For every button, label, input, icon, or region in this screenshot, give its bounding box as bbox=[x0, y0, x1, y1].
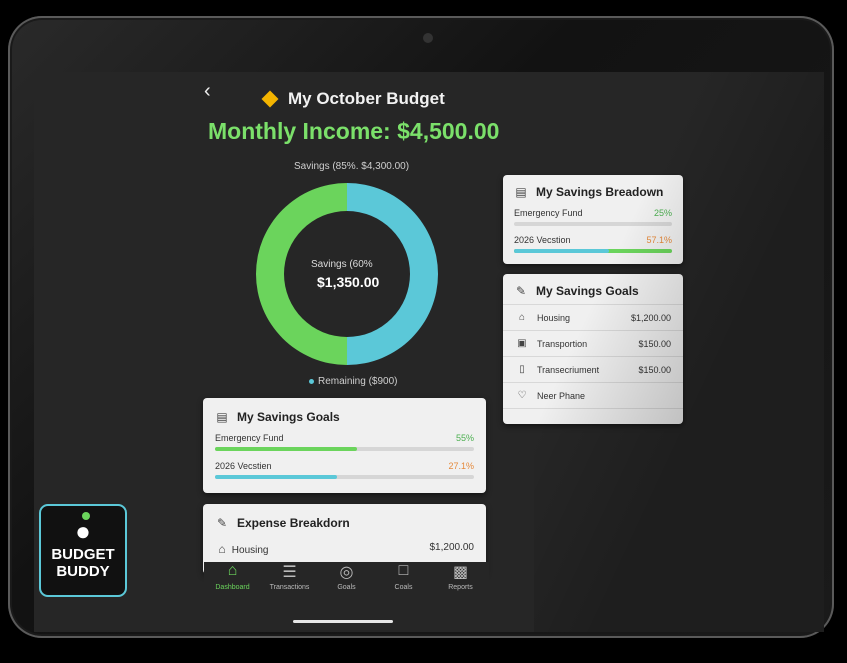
bottom-nav: ⌂ Dashboard ☰ Transactions ◎ Goals □ Coals ▩… bbox=[204, 562, 489, 612]
monthly-income: Monthly Income: $4,500.00 bbox=[208, 118, 500, 144]
nav-goals[interactable]: ◎ Goals bbox=[318, 562, 375, 612]
goal-progress-bar bbox=[215, 475, 474, 479]
nav-transactions[interactable]: ☰ Transactions bbox=[261, 562, 318, 612]
nav-reports[interactable]: ▩ Reports bbox=[432, 562, 489, 612]
nav-label: Dashboard bbox=[215, 584, 250, 591]
list-item-name: Housing bbox=[537, 312, 571, 323]
remaining-label: Remaining ($900) bbox=[318, 376, 398, 387]
savings-goals-list-card[interactable]: ✎ My Savings Goals ⌂ Housing $1,200.00 ▣ Tr… bbox=[503, 274, 683, 424]
nav-label: Coals bbox=[394, 584, 413, 591]
goal-name: Emergency Fund bbox=[215, 433, 284, 443]
chat-icon: □ bbox=[398, 562, 409, 579]
clipboard-icon: ▯ bbox=[519, 364, 525, 375]
donut-center-amount: $1,350.00 bbox=[317, 274, 380, 290]
savings-goals-title-text: My Savings Goals bbox=[237, 410, 340, 424]
breakdown-item: 2026 Vecstion 57.1% bbox=[514, 235, 672, 253]
list-item[interactable]: ⌂ Housing $1,200.00 bbox=[503, 305, 683, 331]
car-icon: ▣ bbox=[517, 338, 527, 349]
tablet-frame: ‹ My October Budget Monthly Income: $4,5… bbox=[8, 16, 834, 638]
goal-percent: 55% bbox=[455, 433, 474, 443]
list-icon: ☰ bbox=[282, 564, 297, 581]
list-item-amount: $150.00 bbox=[638, 338, 671, 349]
expense-title-text: Expense Breakdorn bbox=[237, 516, 350, 530]
logo-line1: BUDGET bbox=[51, 546, 115, 563]
app-screen: ‹ My October Budget Monthly Income: $4,5… bbox=[34, 72, 824, 632]
goal-item: Emergency Fund 55% bbox=[215, 433, 474, 451]
goal-item: 2026 Vecstien 27.1% bbox=[215, 461, 474, 479]
logo-line2: BUDDY bbox=[56, 563, 110, 580]
breakdown-percent: 25% bbox=[653, 208, 672, 218]
goal-progress-fill bbox=[215, 475, 337, 479]
ruler-icon: ✎ bbox=[216, 516, 228, 530]
expense-card-title: ✎ Expense Breakdorn bbox=[215, 516, 474, 530]
home-icon: ⌂ bbox=[218, 542, 226, 556]
wallet-icon: ▤ bbox=[515, 185, 527, 199]
nav-label: Reports bbox=[448, 584, 473, 591]
nav-label: Transactions bbox=[269, 584, 310, 591]
budget-diamond-icon bbox=[261, 90, 279, 108]
breakdown-percent: 57.1% bbox=[646, 235, 672, 245]
expense-name: Housing bbox=[231, 545, 269, 556]
breakdown-item: Emergency Fund 25% bbox=[514, 208, 672, 226]
target-icon: ◎ bbox=[339, 564, 354, 581]
wallet-icon: ▤ bbox=[216, 410, 228, 424]
goal-progress-bar bbox=[215, 447, 474, 451]
breakdown-progress-bar bbox=[514, 249, 672, 253]
expense-row: ⌂ Housing $1,200.00 bbox=[215, 542, 474, 556]
camera bbox=[423, 33, 433, 43]
goal-name: 2026 Vecstien bbox=[215, 461, 272, 471]
goal-percent: 27.1% bbox=[448, 461, 474, 471]
tag-icon: ♡ bbox=[517, 390, 527, 401]
remaining-dot-icon bbox=[309, 379, 314, 384]
breakdown-name: 2026 Vecstion bbox=[514, 235, 571, 245]
home-icon: ⌂ bbox=[518, 312, 526, 323]
goals-list-title-text: My Savings Goals bbox=[536, 284, 639, 298]
breakdown-progress-bar bbox=[514, 222, 672, 226]
list-item-amount: $150.00 bbox=[638, 364, 671, 375]
list-item-name: Transportion bbox=[537, 338, 588, 349]
list-item[interactable]: ♡ Neer Phane bbox=[503, 383, 683, 409]
breakdown-title-text: My Savings Breadown bbox=[536, 185, 664, 199]
piggy-bank-icon: ● bbox=[75, 516, 91, 546]
breakdown-progress-fill-teal bbox=[514, 249, 609, 253]
list-item-name: Neer Phane bbox=[537, 390, 586, 401]
donut-center-label: Savings (60% bbox=[311, 259, 373, 270]
list-item[interactable]: ▯ Transecriument $150.00 bbox=[503, 357, 683, 383]
home-icon: ⌂ bbox=[227, 562, 238, 579]
nav-label: Goals bbox=[337, 584, 356, 591]
ruler-icon: ✎ bbox=[515, 284, 527, 298]
savings-breakdown-card[interactable]: ▤ My Savings Breadown Emergency Fund 25% … bbox=[503, 175, 683, 264]
back-chevron-icon[interactable]: ‹ bbox=[204, 80, 211, 103]
list-item-name: Transecriument bbox=[537, 364, 600, 375]
expense-amount: $1,200.00 bbox=[429, 542, 475, 553]
list-item-amount: $1,200.00 bbox=[630, 312, 671, 323]
budget-buddy-logo: ● BUDGET BUDDY bbox=[39, 504, 127, 597]
home-indicator[interactable] bbox=[293, 620, 393, 623]
page-title: My October Budget bbox=[261, 89, 445, 109]
savings-goals-card-title: ▤ My Savings Goals bbox=[215, 410, 474, 424]
breakdown-card-title: ▤ My Savings Breadown bbox=[514, 185, 672, 199]
nav-coals[interactable]: □ Coals bbox=[375, 562, 432, 612]
page-title-text: My October Budget bbox=[288, 89, 445, 108]
donut-top-label: Savings (85%. $4,300.00) bbox=[294, 161, 410, 172]
chart-icon: ▩ bbox=[452, 564, 469, 581]
breakdown-name: Emergency Fund bbox=[514, 208, 583, 218]
goals-list-title: ✎ My Savings Goals bbox=[514, 284, 672, 298]
nav-dashboard[interactable]: ⌂ Dashboard bbox=[204, 562, 261, 612]
savings-goals-card[interactable]: ▤ My Savings Goals Emergency Fund 55% 202… bbox=[203, 398, 486, 493]
goal-progress-fill bbox=[215, 447, 358, 451]
donut-remaining-legend: Remaining ($900) bbox=[309, 376, 398, 387]
logo-dot-icon bbox=[82, 512, 90, 520]
list-item[interactable]: ▣ Transportion $150.00 bbox=[503, 331, 683, 357]
